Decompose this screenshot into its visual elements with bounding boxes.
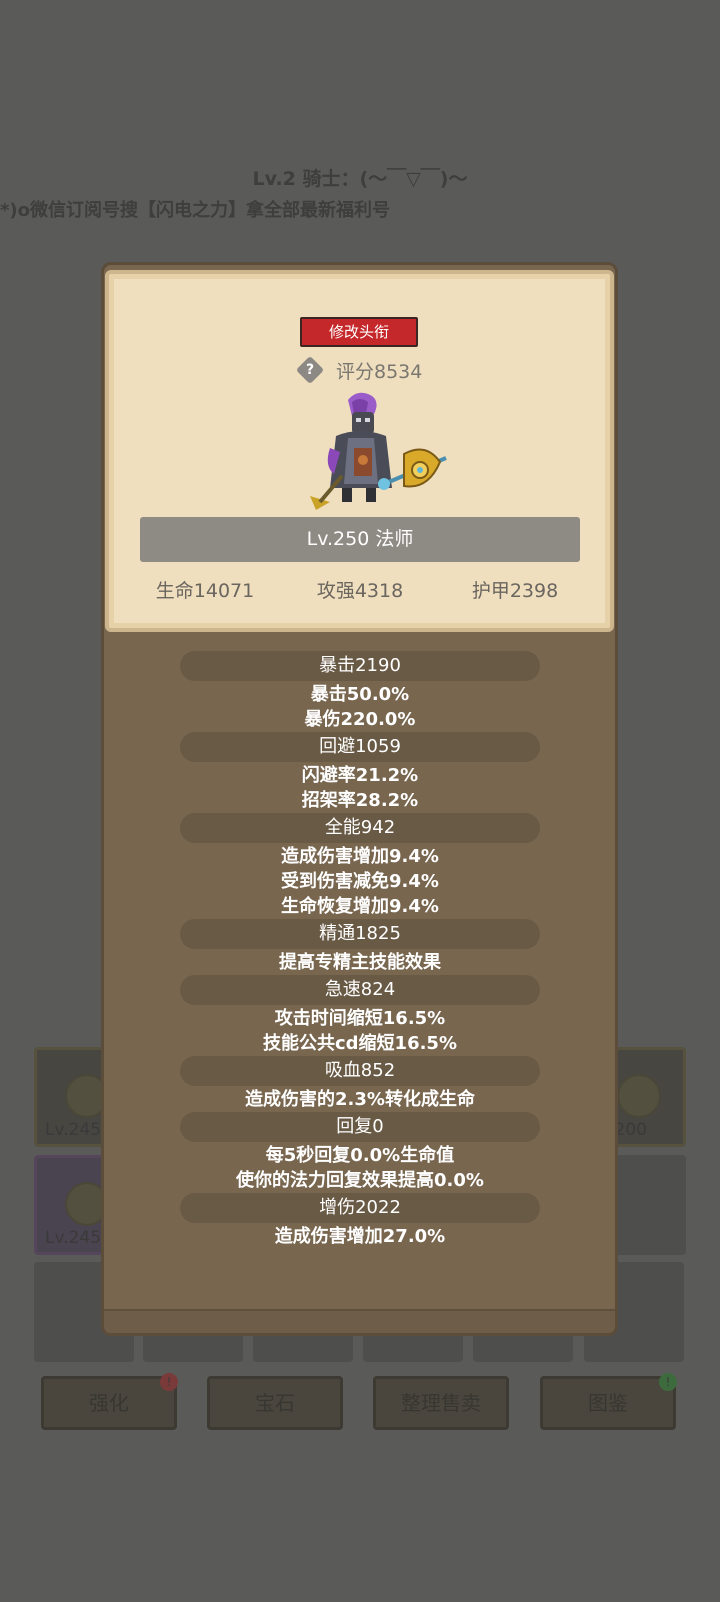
- enhance-label: 强化: [89, 1391, 129, 1415]
- rating: ? 评分8534: [295, 355, 423, 385]
- character-name-bar: Lv.250 法师: [140, 517, 580, 562]
- stat-line: 造成伤害的2.3%转化成生命: [245, 1089, 475, 1110]
- stat-header-versatility: 全能942: [180, 813, 540, 843]
- rating-value: 评分8534: [336, 360, 423, 383]
- slot-level: 200: [614, 1120, 647, 1140]
- gem-label: 宝石: [255, 1391, 295, 1415]
- stat-header-crit: 暴击2190: [180, 651, 540, 681]
- stat-line: 造成伤害增加27.0%: [274, 1226, 446, 1247]
- stat-line: 闪避率21.2%: [301, 765, 419, 786]
- stat-line: 招架率28.2%: [301, 790, 419, 811]
- mage-character-sprite: [310, 392, 447, 510]
- secondary-stats-list: 暴击2190 暴击50.0% 暴伤220.0% 回避1059 闪避率21.2% …: [180, 651, 540, 1249]
- stat-line: 提高专精主技能效果: [279, 952, 441, 973]
- codex-button[interactable]: 图鉴 !: [540, 1373, 677, 1430]
- life-stat: 生命14071: [155, 580, 255, 602]
- base-stats: 生命14071 攻强4318 护甲2398: [130, 576, 590, 603]
- sort-sell-label: 整理售卖: [401, 1391, 481, 1415]
- help-icon[interactable]: ?: [295, 355, 325, 385]
- stat-header-mastery: 精通1825: [180, 919, 540, 949]
- stat-line: 造成伤害增加9.4%: [281, 846, 439, 867]
- stat-header-evasion: 回避1059: [180, 732, 540, 762]
- stat-line: 每5秒回复0.0%生命值: [265, 1145, 455, 1166]
- stat-line: 攻击时间缩短16.5%: [274, 1008, 446, 1029]
- stat-header-lifesteal: 吸血852: [180, 1056, 540, 1086]
- stat-line: 暴击50.0%: [310, 684, 410, 705]
- sort-sell-button[interactable]: 整理售卖: [373, 1376, 509, 1430]
- armor-stat: 护甲2398: [471, 580, 559, 602]
- alert-badge-icon: !: [659, 1373, 677, 1391]
- gem-button[interactable]: 宝石: [207, 1376, 343, 1430]
- stat-line: 受到伤害减免9.4%: [281, 871, 439, 892]
- stat-header-haste: 急速824: [180, 975, 540, 1005]
- stat-line: 技能公共cd缩短16.5%: [262, 1033, 457, 1054]
- player-title: Lv.2 骑士：(～￣▽￣)～: [252, 168, 468, 190]
- slot-level: Lv.245: [45, 1228, 102, 1248]
- stat-line: 使你的法力回复效果提高0.0%: [236, 1170, 484, 1191]
- alert-badge-icon: !: [160, 1373, 178, 1391]
- stat-line: 暴伤220.0%: [304, 709, 416, 730]
- promo-text: *)o微信订阅号搜【闪电之力】拿全部最新福利号: [0, 200, 391, 221]
- dialog-bottom-edge: [104, 1309, 615, 1333]
- slot-level: Lv.245: [45, 1120, 102, 1140]
- stat-header-regen: 回复0: [180, 1112, 540, 1142]
- stat-header-damage-bonus: 增伤2022: [180, 1193, 540, 1223]
- chest-item-icon: [617, 1074, 661, 1118]
- edit-title-button[interactable]: 修改头衔: [300, 317, 418, 347]
- attack-stat: 攻强4318: [316, 580, 404, 602]
- stat-line: 生命恢复增加9.4%: [281, 896, 439, 917]
- codex-label: 图鉴: [588, 1391, 628, 1415]
- enhance-button[interactable]: 强化 !: [41, 1373, 178, 1430]
